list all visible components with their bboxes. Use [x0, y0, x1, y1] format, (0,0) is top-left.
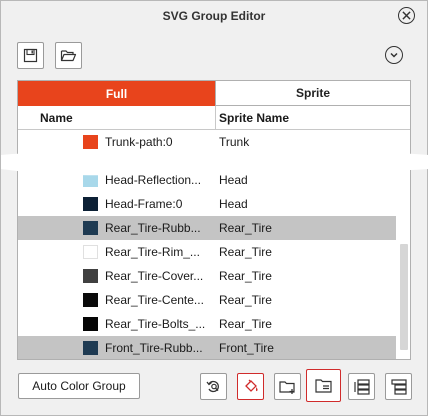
window-title: SVG Group Editor: [162, 9, 266, 23]
title-bar: SVG Group Editor: [1, 1, 427, 31]
sprite-name: Rear_Tire: [219, 269, 272, 283]
view-tabs: Full Sprite: [18, 81, 410, 106]
list-item[interactable]: Head-Frame:0 Head: [18, 192, 396, 216]
list-item[interactable]: Rear_Tire-Rubb... Rear_Tire: [18, 216, 396, 240]
torn-edge-overlay: [1, 149, 428, 176]
close-button[interactable]: [398, 7, 415, 24]
color-swatch[interactable]: [83, 197, 98, 211]
save-icon: [23, 48, 38, 63]
sprite-name-column-header[interactable]: Sprite Name: [216, 106, 289, 129]
sprite-name: Front_Tire: [219, 341, 274, 355]
folder-list-icon: [314, 378, 332, 393]
color-swatch[interactable]: [83, 341, 98, 355]
fill-color-button[interactable]: [237, 373, 264, 400]
paint-bucket-icon: [244, 379, 258, 392]
reset-color-button[interactable]: [200, 373, 227, 400]
collapse-toggle-button[interactable]: [385, 46, 403, 64]
element-name: Head-Frame:0: [105, 197, 183, 211]
sprite-name: Rear_Tire: [219, 221, 272, 235]
sprite-name: Head: [219, 197, 248, 211]
close-icon: [402, 11, 411, 20]
list-column-header: Name Sprite Name: [18, 106, 410, 130]
list-item[interactable]: Front_Tire-Rubb... Front_Tire: [18, 336, 396, 359]
color-swatch[interactable]: [83, 317, 98, 331]
group-list-view-button[interactable]: [306, 369, 341, 402]
element-name: Rear_Tire-Bolts_...: [105, 317, 206, 331]
list-item[interactable]: Rear_Tire-Cover... Rear_Tire: [18, 264, 396, 288]
folder-open-icon: [60, 50, 77, 62]
sprite-name: Rear_Tire: [219, 293, 272, 307]
list-collapse-icon: [390, 378, 407, 395]
element-name: Rear_Tire-Rubb...: [105, 221, 201, 235]
color-swatch[interactable]: [83, 293, 98, 307]
element-name: Rear_Tire-Rim_...: [105, 245, 200, 259]
element-name: Rear_Tire-Cente...: [105, 293, 204, 307]
list-item[interactable]: Rear_Tire-Bolts_... Rear_Tire: [18, 312, 396, 336]
list-item[interactable]: Rear_Tire-Cente... Rear_Tire: [18, 288, 396, 312]
refresh-search-icon: [205, 380, 219, 392]
color-swatch[interactable]: [83, 245, 98, 259]
group-list-panel: Full Sprite Name Sprite Name Trunk-path:…: [17, 80, 411, 360]
auto-color-group-button[interactable]: Auto Color Group: [18, 373, 140, 399]
expand-all-button[interactable]: [348, 373, 375, 400]
name-column-header[interactable]: Name: [18, 106, 216, 129]
color-swatch[interactable]: [83, 221, 98, 235]
color-swatch[interactable]: [83, 269, 98, 283]
chevron-down-icon: [390, 52, 398, 58]
svg-group-editor-window: SVG Group Editor Full Sprite Name Sprite: [0, 0, 428, 416]
list-item[interactable]: Rear_Tire-Rim_... Rear_Tire: [18, 240, 396, 264]
element-name: Rear_Tire-Cover...: [105, 269, 204, 283]
list-expand-icon: [353, 378, 370, 395]
open-folder-button[interactable]: [55, 42, 82, 69]
new-group-button[interactable]: [274, 373, 301, 400]
sprite-name: Rear_Tire: [219, 317, 272, 331]
tab-full[interactable]: Full: [18, 81, 215, 106]
folder-add-icon: [278, 380, 295, 394]
sprite-name: Rear_Tire: [219, 245, 272, 259]
element-name: Front_Tire-Rubb...: [105, 341, 203, 355]
save-button[interactable]: [17, 42, 44, 69]
list-scrollbar[interactable]: [400, 244, 408, 350]
collapse-all-button[interactable]: [385, 373, 412, 400]
tab-sprite[interactable]: Sprite: [215, 81, 410, 106]
